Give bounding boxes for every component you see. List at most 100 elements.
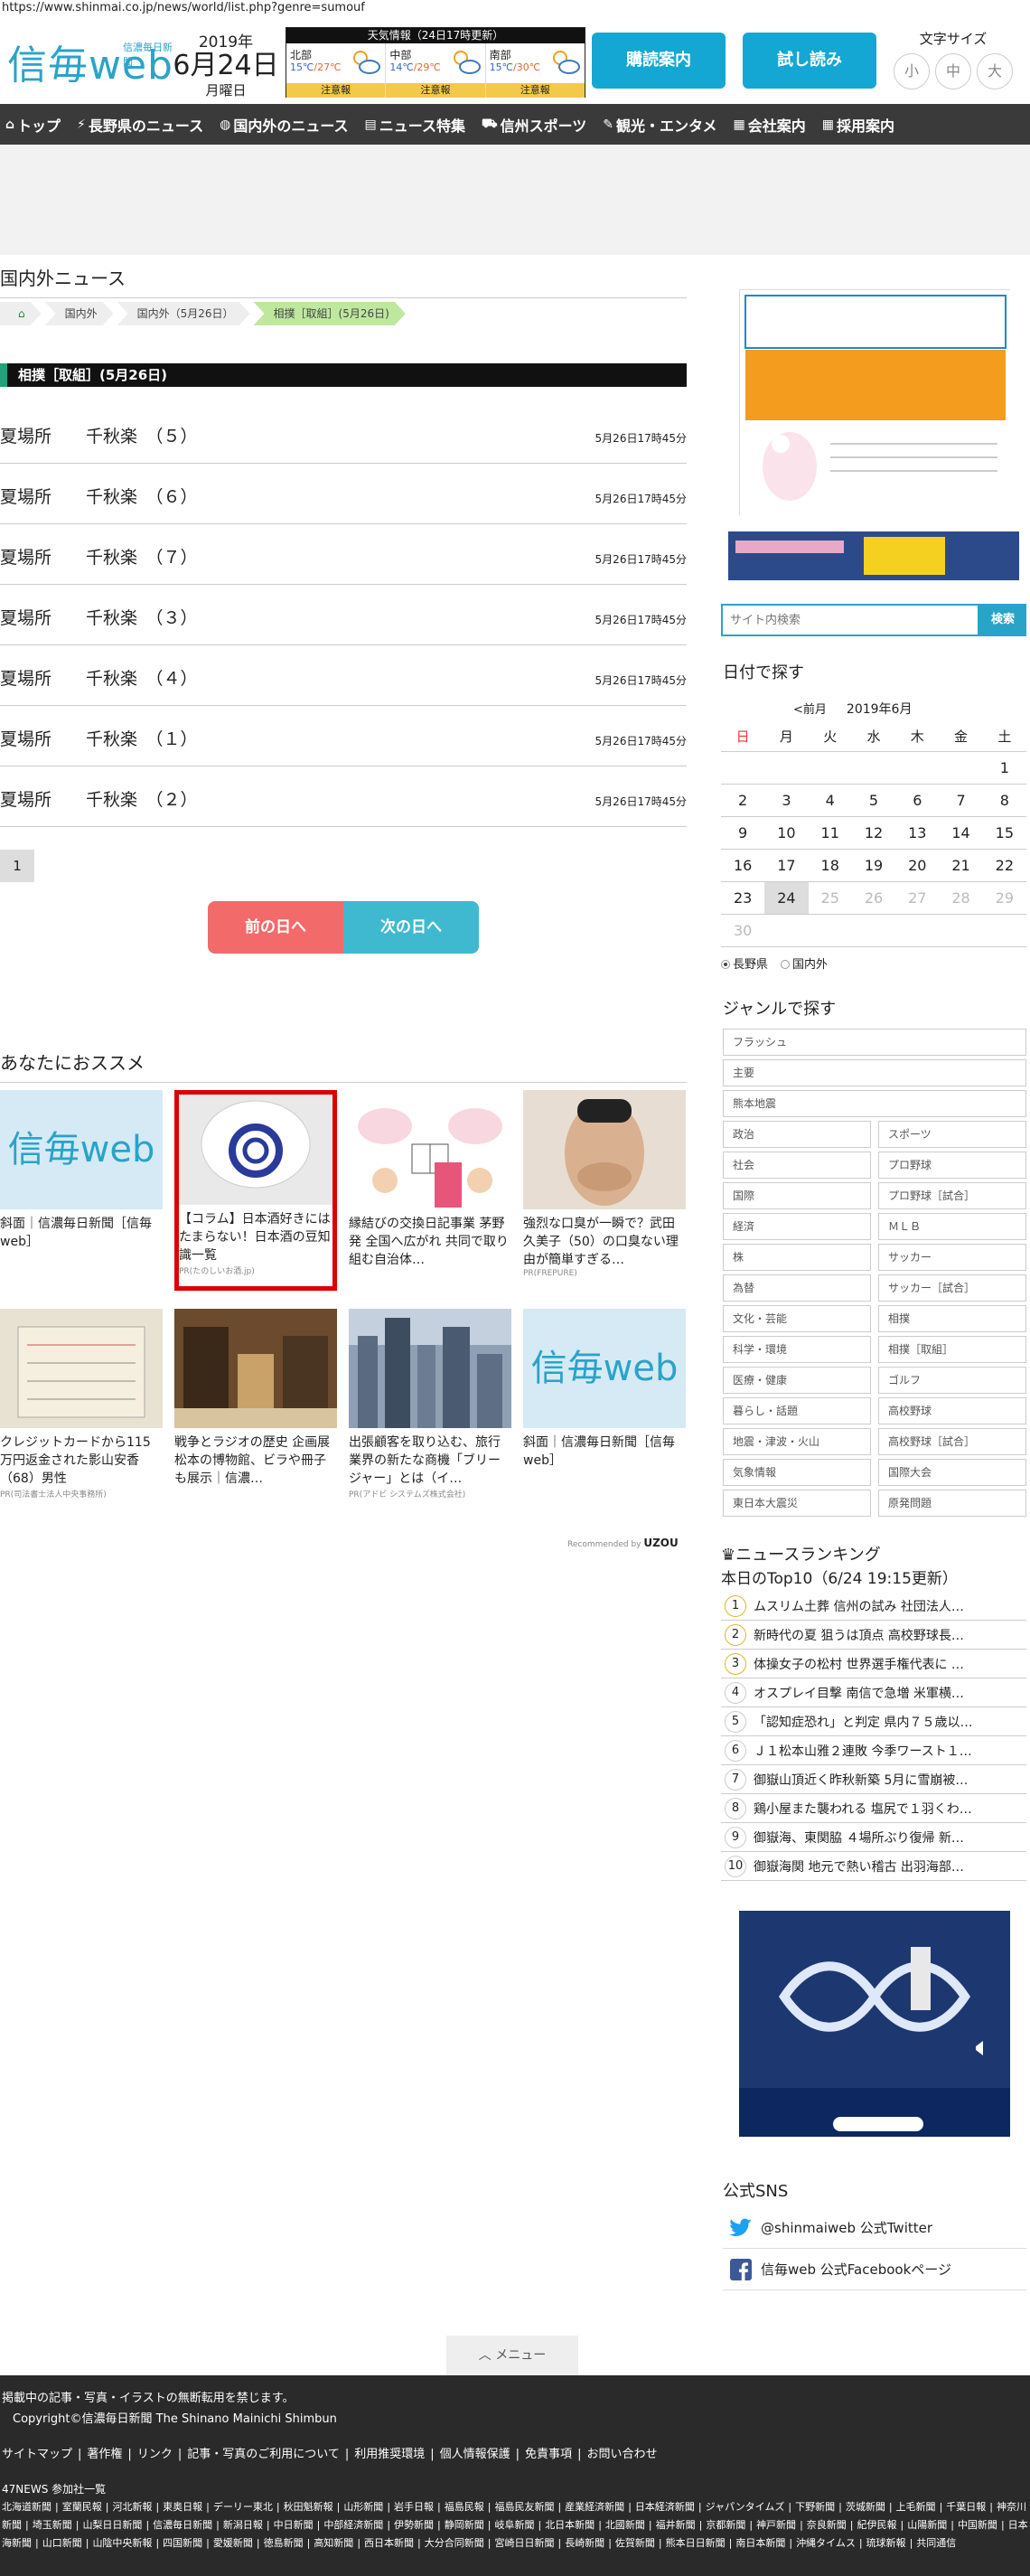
footer-paper-link[interactable]: 山陰中央新報 bbox=[92, 2537, 152, 2549]
article-title[interactable]: 夏場所 千秋楽 （５） bbox=[0, 423, 198, 447]
genre-item[interactable]: 東日本大震災 bbox=[723, 1490, 871, 1517]
calendar-day[interactable]: 15 bbox=[982, 817, 1026, 850]
footer-paper-link[interactable]: 京都新聞 bbox=[706, 2519, 745, 2531]
nav-entertainment[interactable]: ✎ 観光・エンタメ bbox=[603, 114, 716, 136]
ranking-item[interactable]: 4 オスプレイ目撃 南信で急増 米軍横… bbox=[721, 1678, 1026, 1707]
recommend-item[interactable]: 強烈な口臭が一瞬で？武田久美子（50）の口臭ない理由が簡単すぎる… PR(FRE… bbox=[523, 1090, 686, 1291]
calendar-day[interactable]: 11 bbox=[808, 817, 852, 850]
footer-paper-link[interactable]: 北海道新聞 bbox=[2, 2501, 52, 2513]
footer-paper-link[interactable]: 下野新聞 bbox=[795, 2501, 835, 2513]
calendar-day[interactable]: 10 bbox=[764, 817, 809, 850]
article-row[interactable]: 夏場所 千秋楽 （２） 5月26日17時45分 bbox=[0, 766, 687, 827]
genre-item[interactable]: スポーツ bbox=[878, 1121, 1026, 1148]
footer-paper-link[interactable]: 琉球新報 bbox=[866, 2537, 906, 2549]
footer-paper-link[interactable]: 中国新聞 bbox=[958, 2519, 997, 2531]
calendar-day[interactable]: 20 bbox=[895, 850, 940, 882]
genre-item[interactable]: フラッシュ bbox=[723, 1029, 1026, 1056]
genre-item[interactable]: 国際 bbox=[723, 1182, 871, 1209]
genre-item[interactable]: 株 bbox=[723, 1244, 871, 1271]
footer-link[interactable]: 利用推奨環境 bbox=[354, 2448, 425, 2461]
trial-button[interactable]: 試し読み bbox=[743, 33, 876, 89]
genre-item[interactable]: 文化・芸能 bbox=[723, 1305, 871, 1332]
genre-item[interactable]: 主要 bbox=[723, 1059, 1026, 1086]
footer-paper-link[interactable]: 福井新聞 bbox=[656, 2519, 696, 2531]
footer-paper-link[interactable]: デーリー東北 bbox=[213, 2501, 273, 2513]
footer-paper-link[interactable]: 北國新聞 bbox=[605, 2519, 645, 2531]
calendar-day[interactable]: 3 bbox=[764, 785, 809, 817]
footer-paper-link[interactable]: 山形新聞 bbox=[343, 2501, 383, 2513]
nav-recruit[interactable]: ▦ 採用案内 bbox=[822, 114, 894, 136]
recommend-item[interactable]: 【コラム】日本酒好きにはたまらない！日本酒の豆知識一覧 PR(たのしいお酒.jp… bbox=[174, 1090, 337, 1291]
text-size-medium-button[interactable]: 中 bbox=[935, 53, 971, 89]
next-day-button[interactable]: 次の日へ bbox=[343, 901, 479, 954]
ranking-item[interactable]: 7 御嶽山頂近く昨秋新築 5月に雪崩被… bbox=[721, 1765, 1026, 1794]
calendar-day[interactable]: 17 bbox=[764, 850, 809, 882]
footer-paper-link[interactable]: 福島民友新聞 bbox=[494, 2501, 554, 2513]
footer-paper-link[interactable]: 大分合同新聞 bbox=[425, 2537, 484, 2549]
footer-paper-link[interactable]: 熊本日日新聞 bbox=[666, 2537, 726, 2549]
calendar-day[interactable]: 5 bbox=[851, 785, 896, 817]
article-title[interactable]: 夏場所 千秋楽 （１） bbox=[0, 726, 198, 750]
footer-paper-link[interactable]: 北日本新聞 bbox=[545, 2519, 595, 2531]
footer-paper-link[interactable]: 西日本新聞 bbox=[364, 2537, 414, 2549]
genre-item[interactable]: 為替 bbox=[723, 1274, 871, 1302]
page-number-button[interactable]: 1 bbox=[0, 850, 34, 882]
calendar-day[interactable]: 4 bbox=[808, 785, 852, 817]
genre-item[interactable]: 地震・津波・火山 bbox=[723, 1428, 871, 1455]
ranking-item[interactable]: 6 Ｊ１松本山雅２連敗 今季ワースト１… bbox=[721, 1736, 1026, 1765]
footer-link[interactable]: サイトマップ bbox=[2, 2448, 72, 2461]
genre-item[interactable]: プロ野球 bbox=[878, 1152, 1026, 1179]
genre-item[interactable]: 高校野球 bbox=[878, 1397, 1026, 1424]
footer-paper-link[interactable]: 静岡新聞 bbox=[445, 2519, 484, 2531]
footer-paper-link[interactable]: 紀伊民報 bbox=[857, 2519, 897, 2531]
footer-paper-link[interactable]: ジャパンタイムズ bbox=[706, 2501, 785, 2513]
nav-company[interactable]: ▦ 会社案内 bbox=[734, 114, 806, 136]
footer-paper-link[interactable]: 山口新聞 bbox=[42, 2537, 82, 2549]
footer-paper-link[interactable]: 上毛新聞 bbox=[896, 2501, 936, 2513]
menu-button[interactable]: ︿ メニュー bbox=[446, 2336, 578, 2375]
calendar-day[interactable]: 7 bbox=[939, 785, 983, 817]
site-logo[interactable]: 信毎web 信濃毎日新聞 bbox=[7, 33, 173, 90]
genre-item[interactable]: ＭＬＢ bbox=[878, 1213, 1026, 1240]
footer-paper-link[interactable]: 佐賀新聞 bbox=[615, 2537, 655, 2549]
calendar-day[interactable]: 14 bbox=[939, 817, 983, 850]
footer-link[interactable]: 記事・写真のご利用について bbox=[187, 2448, 340, 2461]
sidebar-ad[interactable] bbox=[739, 289, 1011, 516]
recommend-item[interactable]: 出張顧客を取り込む、旅行業界の新たな商機「ブリージャー」とは（イ… PR(アドビ… bbox=[349, 1309, 511, 1509]
nav-sports[interactable]: ⛟ 信州スポーツ bbox=[482, 114, 586, 136]
footer-link[interactable]: リンク bbox=[137, 2448, 173, 2461]
recommend-item[interactable]: 縁結びの交換日記事業 茅野発 全国へ広がれ 共同で取り組む自治体… bbox=[349, 1090, 511, 1291]
footer-paper-link[interactable]: 伊勢新聞 bbox=[394, 2519, 434, 2531]
footer-paper-link[interactable]: 中日新聞 bbox=[274, 2519, 314, 2531]
article-row[interactable]: 夏場所 千秋楽 （３） 5月26日17時45分 bbox=[0, 585, 687, 645]
article-title[interactable]: 夏場所 千秋楽 （２） bbox=[0, 786, 198, 811]
prev-day-button[interactable]: 前の日へ bbox=[208, 901, 343, 954]
genre-item[interactable]: 科学・環境 bbox=[723, 1336, 871, 1363]
recommend-item[interactable]: 信毎web 斜面｜信濃毎日新聞［信毎web］ bbox=[523, 1309, 686, 1509]
premium-ad[interactable] bbox=[728, 531, 1019, 580]
radio-nagano[interactable]: 長野県 bbox=[721, 954, 768, 972]
article-row[interactable]: 夏場所 千秋楽 （１） 5月26日17時45分 bbox=[0, 706, 687, 766]
genre-item[interactable]: 経済 bbox=[723, 1213, 871, 1240]
ranking-item[interactable]: 8 鶏小屋また襲われる 塩尻で１羽くわ… bbox=[721, 1794, 1026, 1823]
calendar-day[interactable]: 2 bbox=[721, 785, 765, 817]
footer-link[interactable]: 著作権 bbox=[87, 2448, 122, 2461]
genre-item[interactable]: 高校野球［試合］ bbox=[878, 1428, 1026, 1455]
footer-paper-link[interactable]: 室蘭民報 bbox=[62, 2501, 102, 2513]
footer-paper-link[interactable]: 岐阜新聞 bbox=[494, 2519, 534, 2531]
genre-item[interactable]: 相撲 bbox=[878, 1305, 1026, 1332]
genre-item[interactable]: 気象情報 bbox=[723, 1459, 871, 1486]
footer-paper-link[interactable]: 産業経済新聞 bbox=[565, 2501, 624, 2513]
footer-paper-link[interactable]: 長崎新聞 bbox=[565, 2537, 604, 2549]
calendar-day-today[interactable]: 24 bbox=[764, 882, 809, 915]
genre-item[interactable]: サッカー bbox=[878, 1244, 1026, 1271]
footer-link[interactable]: お問い合わせ bbox=[586, 2448, 657, 2461]
article-title[interactable]: 夏場所 千秋楽 （４） bbox=[0, 665, 198, 690]
footer-paper-link[interactable]: 東奥日報 bbox=[163, 2501, 202, 2513]
footer-paper-link[interactable]: 徳島新聞 bbox=[264, 2537, 304, 2549]
text-size-large-button[interactable]: 大 bbox=[977, 53, 1013, 89]
genre-item[interactable]: 医療・健康 bbox=[723, 1367, 871, 1394]
footer-paper-link[interactable]: 共同通信 bbox=[916, 2537, 956, 2549]
footer-paper-link[interactable]: 山梨日日新聞 bbox=[82, 2519, 142, 2531]
radio-world[interactable]: 国内外 bbox=[781, 954, 828, 972]
